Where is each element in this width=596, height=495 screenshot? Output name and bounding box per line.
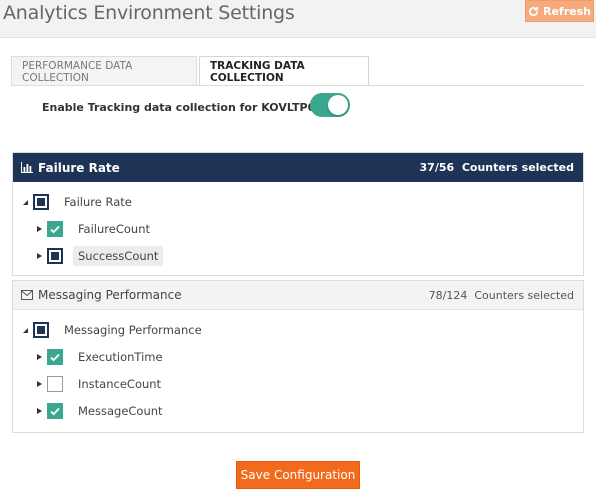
- tree-node-label: SuccessCount: [73, 246, 164, 266]
- tree-node-messagecount: MessageCount: [37, 399, 168, 423]
- expand-arrow-right-icon[interactable]: [37, 354, 42, 360]
- tree-node-failurecount: FailureCount: [37, 217, 155, 241]
- enable-tracking-toggle[interactable]: [310, 93, 350, 117]
- expand-arrow-right-icon[interactable]: [37, 408, 42, 414]
- tree-node-label: Failure Rate: [64, 195, 132, 209]
- failure-rate-count: 37/56: [419, 161, 455, 174]
- tab-divider: [11, 85, 584, 86]
- messaging-performance-section: Messaging Performance 78/124 Counters se…: [12, 280, 584, 433]
- failurecount-checkbox[interactable]: [47, 221, 63, 237]
- tree-node-label: MessageCount: [78, 404, 163, 418]
- failure-rate-header[interactable]: Failure Rate 37/56 Counters selected: [13, 153, 583, 182]
- executiontime-checkbox[interactable]: [47, 349, 63, 365]
- page-title: Analytics Environment Settings: [3, 2, 295, 24]
- tree-node-executiontime: ExecutionTime: [37, 345, 168, 369]
- instancecount-checkbox[interactable]: [47, 376, 63, 392]
- messagecount-checkbox[interactable]: [47, 403, 63, 419]
- failure-rate-counter: 37/56 Counters selected: [420, 161, 574, 174]
- failure-rate-root-checkbox[interactable]: [33, 194, 49, 210]
- bar-chart-icon: [21, 162, 33, 173]
- toggle-knob: [328, 95, 348, 115]
- messaging-performance-counter: 78/124 Counters selected: [429, 289, 574, 302]
- messaging-performance-count-suffix: Counters selected: [474, 288, 574, 302]
- settings-panel: PERFORMANCE DATA COLLECTION TRACKING DAT…: [0, 37, 596, 495]
- failure-rate-title: Failure Rate: [38, 160, 120, 175]
- tree-node-failure-rate: Failure Rate: [23, 190, 137, 214]
- expand-arrow-right-icon[interactable]: [37, 381, 42, 387]
- messaging-performance-title: Messaging Performance: [38, 288, 182, 302]
- tree-node-label: ExecutionTime: [78, 350, 163, 364]
- refresh-icon: [529, 6, 538, 16]
- check-icon: [50, 407, 60, 416]
- tab-tracking-data-collection[interactable]: TRACKING DATA COLLECTION: [199, 56, 369, 86]
- envelope-icon: [21, 290, 33, 300]
- tree-node-label: Messaging Performance: [64, 323, 202, 337]
- check-icon: [50, 225, 60, 234]
- messaging-performance-header[interactable]: Messaging Performance 78/124 Counters se…: [13, 281, 583, 310]
- tree-node-label: InstanceCount: [78, 377, 162, 391]
- expand-arrow-right-icon[interactable]: [37, 226, 42, 232]
- refresh-label: Refresh: [543, 4, 591, 18]
- section-title: Messaging Performance: [21, 288, 182, 302]
- tree-node-successcount: SuccessCount: [37, 244, 164, 268]
- refresh-button[interactable]: Refresh: [525, 0, 594, 22]
- messaging-performance-count: 78/124: [428, 288, 468, 302]
- expand-arrow-down-icon[interactable]: [23, 199, 28, 205]
- save-configuration-button[interactable]: Save Configuration: [236, 461, 360, 489]
- successcount-checkbox[interactable]: [47, 248, 63, 264]
- tree-node-instancecount: InstanceCount: [37, 372, 166, 396]
- tab-bar: PERFORMANCE DATA COLLECTION TRACKING DAT…: [11, 56, 369, 86]
- section-title: Failure Rate: [21, 161, 120, 175]
- enable-tracking-label: Enable Tracking data collection for KOVL…: [42, 101, 331, 114]
- tree-node-messaging-performance: Messaging Performance: [23, 318, 207, 342]
- enable-tracking-row: Enable Tracking data collection for KOVL…: [42, 93, 350, 117]
- failure-rate-section: Failure Rate 37/56 Counters selected Fai…: [12, 152, 584, 276]
- expand-arrow-down-icon[interactable]: [23, 327, 28, 333]
- tab-performance-data-collection[interactable]: PERFORMANCE DATA COLLECTION: [11, 56, 197, 86]
- messaging-performance-root-checkbox[interactable]: [33, 322, 49, 338]
- check-icon: [50, 353, 60, 362]
- tree-node-label: FailureCount: [78, 222, 150, 236]
- failure-rate-count-suffix: Counters selected: [461, 161, 574, 174]
- expand-arrow-right-icon[interactable]: [37, 253, 42, 259]
